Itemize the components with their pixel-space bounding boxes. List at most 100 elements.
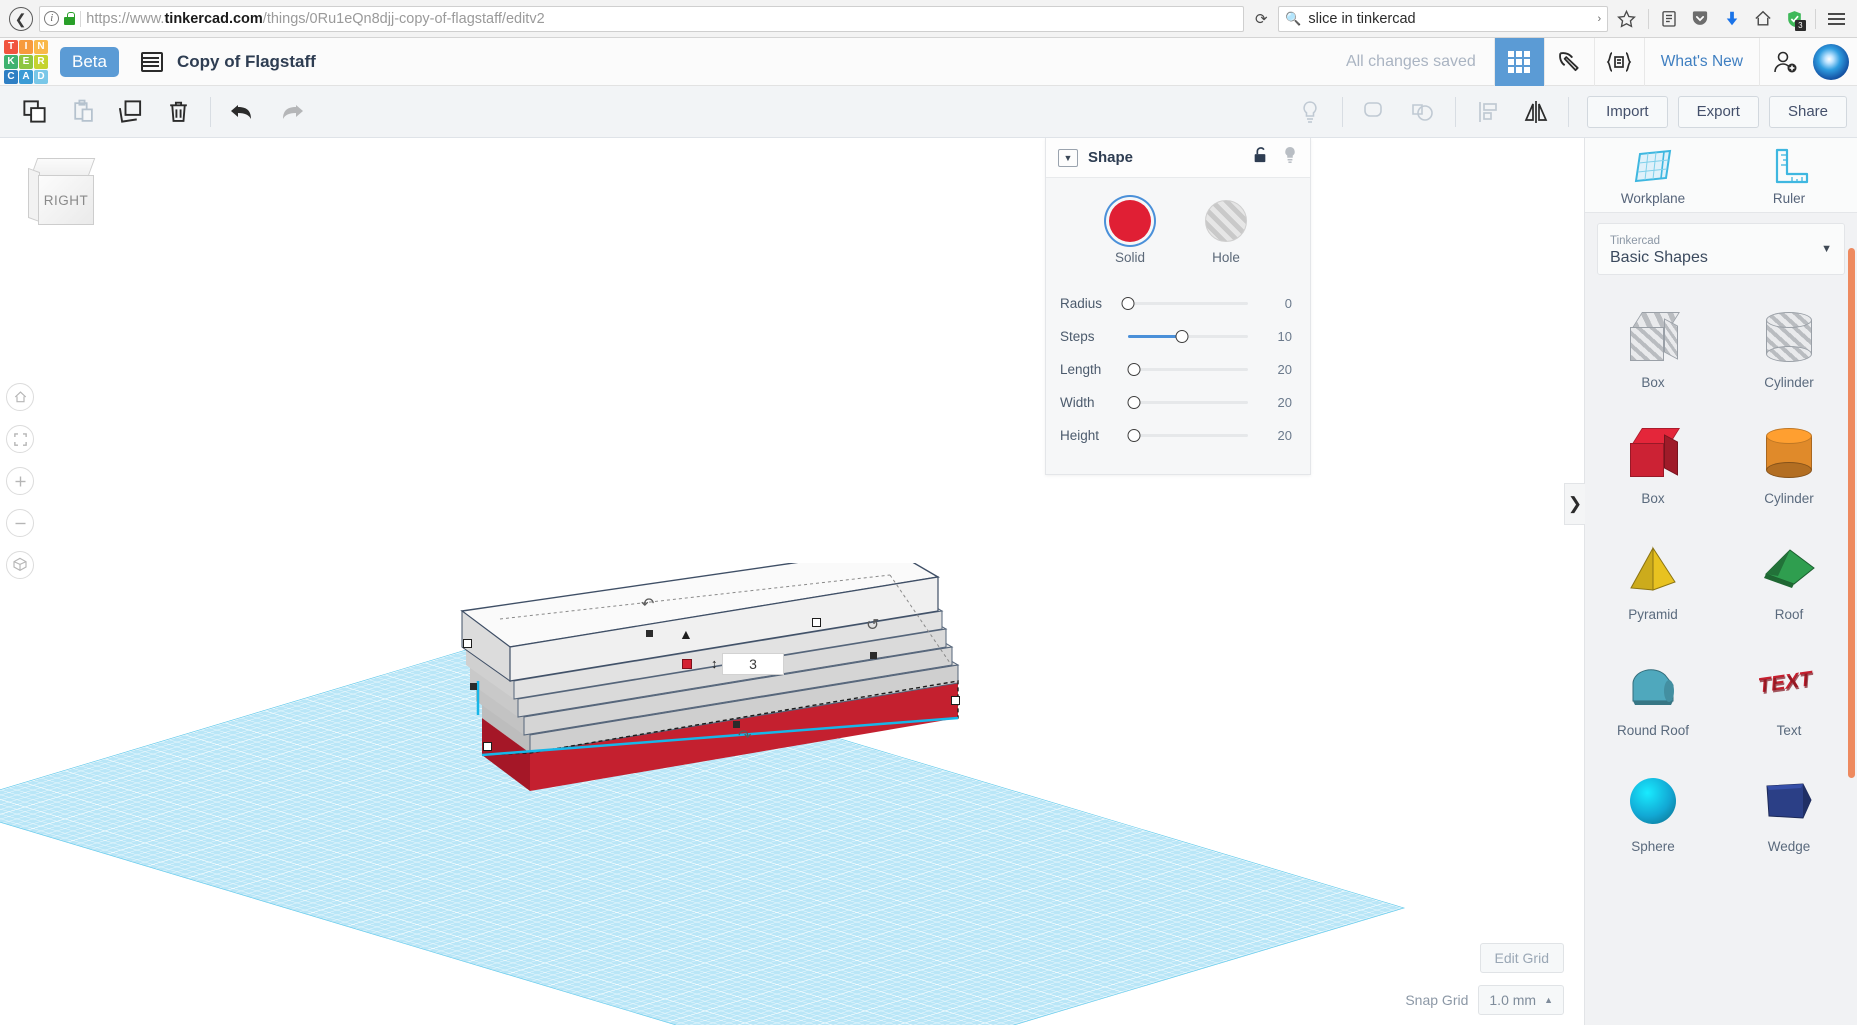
library-icon[interactable] xyxy=(1656,4,1681,34)
shape-item-pyramid[interactable]: Pyramid xyxy=(1585,523,1721,639)
slider-knob[interactable] xyxy=(1175,330,1189,343)
slider-row-width[interactable]: Width 20 xyxy=(1046,386,1310,419)
solid-swatch[interactable] xyxy=(1109,200,1151,242)
resize-handle-corner-br[interactable] xyxy=(951,696,960,705)
url-divider xyxy=(80,10,82,27)
beta-badge[interactable]: Beta xyxy=(60,46,119,77)
ruler-tool[interactable]: Ruler xyxy=(1721,146,1857,206)
slider-track-steps[interactable] xyxy=(1128,330,1248,343)
resize-handle-corner-bl[interactable] xyxy=(483,742,492,751)
unlock-icon[interactable] xyxy=(1252,146,1268,169)
rotate-handle-bottom[interactable]: ↷ xyxy=(738,726,751,746)
shape-item-box[interactable]: Box xyxy=(1585,291,1721,407)
slider-track-height[interactable] xyxy=(1127,429,1248,442)
chevron-down-icon: ▼ xyxy=(1821,243,1832,255)
minecraft-pickaxe-icon[interactable] xyxy=(1543,37,1594,86)
move-down-arrow-icon[interactable]: ↕ xyxy=(711,656,718,671)
shield-badge: 3 xyxy=(1794,19,1806,31)
chevron-down-icon[interactable]: ▼ xyxy=(1058,148,1078,167)
back-button[interactable]: ❮ xyxy=(8,4,33,34)
shape-item-cylinder[interactable]: Cylinder xyxy=(1721,291,1857,407)
pocket-icon[interactable] xyxy=(1688,4,1713,34)
ungroup-icon[interactable] xyxy=(1399,92,1447,132)
share-button[interactable]: Share xyxy=(1768,95,1847,128)
whats-new-link[interactable]: What's New xyxy=(1643,37,1759,86)
delete-trash-icon[interactable] xyxy=(154,92,202,132)
collapse-panel-button[interactable]: ❯ xyxy=(1564,483,1585,525)
shape-item-cylinder[interactable]: Cylinder xyxy=(1721,407,1857,523)
reload-button[interactable]: ⟳ xyxy=(1250,7,1272,31)
slider-row-height[interactable]: Height 20 xyxy=(1046,419,1310,452)
slider-track-radius[interactable] xyxy=(1121,297,1248,310)
slider-row-length[interactable]: Length 20 xyxy=(1046,353,1310,386)
rotate-handle-right[interactable]: ↺ xyxy=(866,615,879,635)
shape-library-select[interactable]: Tinkercad Basic Shapes ▼ xyxy=(1597,223,1845,275)
hole-option[interactable]: Hole xyxy=(1205,200,1247,265)
shape-item-sphere[interactable]: Sphere xyxy=(1585,755,1721,871)
avatar[interactable] xyxy=(1813,43,1849,80)
shape-item-box[interactable]: Box xyxy=(1585,407,1721,523)
codeblocks-icon[interactable] xyxy=(1593,37,1644,86)
resize-handle-corner-tr[interactable] xyxy=(812,618,821,627)
lightbulb-icon[interactable] xyxy=(1286,92,1334,132)
shield-icon[interactable]: 3 xyxy=(1782,4,1807,34)
slider-knob[interactable] xyxy=(1121,297,1135,310)
align-icon[interactable] xyxy=(1464,92,1512,132)
shape-item-text[interactable]: TEXT TEXT Text xyxy=(1721,639,1857,755)
mirror-icon[interactable] xyxy=(1512,92,1560,132)
model-geometry[interactable] xyxy=(420,563,1180,883)
redo-icon[interactable] xyxy=(267,92,315,132)
measurement-tooltip[interactable]: 3 xyxy=(722,653,784,675)
paste-icon[interactable] xyxy=(58,92,106,132)
workplane-tool[interactable]: Workplane xyxy=(1585,146,1721,206)
slider-row-steps[interactable]: Steps 10 xyxy=(1046,320,1310,353)
menu-icon[interactable] xyxy=(1824,4,1849,34)
duplicate-icon[interactable] xyxy=(106,92,154,132)
edit-grid-button[interactable]: Edit Grid xyxy=(1479,943,1564,973)
search-input[interactable]: slice in tinkercad xyxy=(1308,11,1590,27)
action-toolbar: Import Export Share xyxy=(0,86,1857,138)
height-handle[interactable] xyxy=(682,659,692,669)
slider-track-width[interactable] xyxy=(1127,396,1248,409)
download-icon[interactable] xyxy=(1719,4,1744,34)
add-person-icon[interactable] xyxy=(1759,37,1809,86)
import-button[interactable]: Import xyxy=(1587,95,1668,128)
info-icon[interactable]: i xyxy=(44,11,60,26)
document-list-icon[interactable] xyxy=(140,51,163,72)
search-submit-icon[interactable]: › xyxy=(1598,13,1602,25)
slider-track-length[interactable] xyxy=(1127,363,1248,376)
slider-knob[interactable] xyxy=(1127,429,1141,442)
solid-option[interactable]: Solid xyxy=(1109,200,1151,265)
shape-item-roof[interactable]: Roof xyxy=(1721,523,1857,639)
undo-icon[interactable] xyxy=(219,92,267,132)
snap-grid-select[interactable]: 1.0 mm ▲ xyxy=(1478,985,1564,1015)
resize-handle-edge-left[interactable] xyxy=(470,683,477,690)
sidebar-scrollbar[interactable] xyxy=(1848,248,1855,778)
move-up-arrow-icon[interactable]: ▲ xyxy=(679,626,693,642)
blocks-grid-icon[interactable] xyxy=(1493,37,1544,86)
export-button[interactable]: Export xyxy=(1677,95,1759,128)
shape-item-round-roof[interactable]: Round Roof xyxy=(1585,639,1721,755)
tinkercad-logo[interactable]: TIN KER CAD xyxy=(4,39,48,84)
resize-handle-corner-tl[interactable] xyxy=(463,639,472,648)
slider-knob[interactable] xyxy=(1127,363,1141,376)
bookmark-star-icon[interactable] xyxy=(1614,4,1639,34)
3d-viewport[interactable]: RIGHT ↶ ↷ ↺ ▲ ↕ 3 Edit Grid Snap Grid 1.… xyxy=(0,138,1584,1025)
solid-label: Solid xyxy=(1114,250,1146,265)
shape-item-wedge[interactable]: Wedge xyxy=(1721,755,1857,871)
group-icon[interactable] xyxy=(1351,92,1399,132)
rotate-handle-top[interactable]: ↶ xyxy=(641,594,654,614)
shape-panel-title: Shape xyxy=(1088,149,1134,166)
slider-row-radius[interactable]: Radius 0 xyxy=(1046,287,1310,320)
search-bar[interactable]: 🔍 slice in tinkercad › xyxy=(1278,5,1609,32)
lightbulb-icon[interactable] xyxy=(1282,146,1298,170)
address-bar[interactable]: i https://www.tinkercad.com/things/0Ru1e… xyxy=(39,5,1245,32)
snap-grid-label: Snap Grid xyxy=(1405,992,1469,1008)
resize-handle-edge-top[interactable] xyxy=(646,630,653,637)
hole-swatch[interactable] xyxy=(1205,200,1247,242)
resize-handle-edge-right[interactable] xyxy=(870,652,877,659)
home-icon[interactable] xyxy=(1750,4,1775,34)
copy-icon[interactable] xyxy=(10,92,58,132)
search-icon: 🔍 xyxy=(1285,10,1302,26)
slider-knob[interactable] xyxy=(1127,396,1141,409)
